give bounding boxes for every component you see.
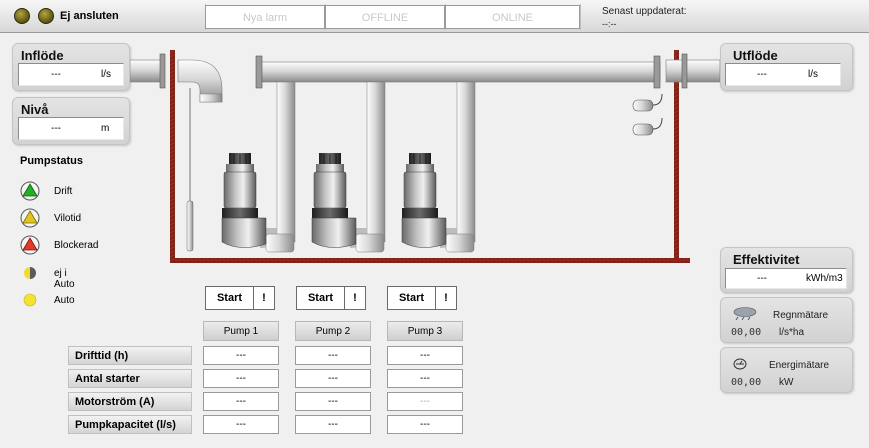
energy-meter-icon bbox=[733, 358, 747, 370]
table-cell: --- bbox=[203, 392, 279, 411]
pump-status-title: Pumpstatus bbox=[20, 155, 83, 167]
energy-meter-unit: kW bbox=[779, 377, 794, 388]
table-cell: --- bbox=[295, 415, 371, 434]
pump-blocked-icon bbox=[20, 235, 40, 255]
pump-resting-icon bbox=[20, 208, 40, 228]
table-cell: --- bbox=[387, 415, 463, 434]
pump-running-icon bbox=[20, 181, 40, 201]
legend-label: Auto bbox=[54, 295, 75, 306]
level-title: Nivå bbox=[21, 102, 49, 117]
auto-mode-icon bbox=[23, 293, 37, 307]
last-updated-label: Senast uppdaterat: bbox=[602, 6, 687, 17]
top-bar: Ej ansluten Nya larm OFFLINE ONLINE Sena… bbox=[0, 0, 869, 33]
divider bbox=[580, 4, 581, 30]
level-panel: Nivå --- m bbox=[12, 97, 130, 145]
pump-3-controls: Start ! bbox=[387, 286, 457, 310]
table-cell: --- bbox=[295, 346, 371, 365]
rain-meter-panel: Regnmätare 00,00 l/s*ha bbox=[720, 297, 853, 343]
connection-lamp-icon bbox=[14, 8, 30, 24]
pump-1-graphic bbox=[221, 153, 267, 248]
online-indicator: ONLINE bbox=[445, 5, 580, 29]
table-cell: --- bbox=[203, 346, 279, 365]
outflow-value: --- bbox=[757, 69, 767, 80]
connection-lamp-icon bbox=[38, 8, 54, 24]
inflow-panel: Inflöde --- l/s bbox=[12, 43, 130, 91]
last-updated-value: --:-- bbox=[602, 19, 617, 29]
table-cell: --- bbox=[295, 392, 371, 411]
outflow-title: Utflöde bbox=[733, 48, 778, 63]
legend-label: Blockerad bbox=[54, 240, 99, 251]
energy-meter-value: 00,00 bbox=[731, 377, 762, 388]
pump-2-alarm-button[interactable]: ! bbox=[345, 287, 365, 309]
pump-3-graphic bbox=[401, 153, 447, 248]
pump-2-start-button[interactable]: Start bbox=[297, 287, 345, 309]
table-cell: --- bbox=[203, 369, 279, 388]
inflow-field: --- l/s bbox=[18, 63, 124, 86]
pump-station-schematic bbox=[130, 50, 720, 263]
level-value: --- bbox=[51, 123, 61, 134]
efficiency-unit: kWh/m3 bbox=[806, 273, 843, 284]
inflow-unit: l/s bbox=[101, 69, 111, 80]
pump-3-alarm-button[interactable]: ! bbox=[436, 287, 456, 309]
legend-label: Drift bbox=[54, 186, 73, 197]
table-cell: --- bbox=[387, 392, 463, 411]
rain-meter-value: 00,00 bbox=[731, 327, 762, 338]
efficiency-field: --- kWh/m3 bbox=[725, 268, 847, 289]
pump-2-header: Pump 2 bbox=[295, 321, 371, 341]
row-label-drifttid: Drifttid (h) bbox=[68, 346, 192, 365]
efficiency-value: --- bbox=[757, 273, 767, 284]
table-cell: --- bbox=[387, 346, 463, 365]
new-alarms-button[interactable]: Nya larm bbox=[205, 5, 325, 29]
row-label-motorstrom: Motorström (A) bbox=[68, 392, 192, 411]
inflow-title: Inflöde bbox=[21, 48, 64, 63]
level-unit: m bbox=[101, 123, 110, 134]
efficiency-panel: Effektivitet --- kWh/m3 bbox=[720, 247, 853, 293]
row-label-antal-starter: Antal starter bbox=[68, 369, 192, 388]
legend-label: ej i Auto bbox=[54, 268, 75, 290]
level-field: --- m bbox=[18, 117, 124, 140]
manual-mode-icon bbox=[24, 267, 36, 279]
energy-meter-label: Energimätare bbox=[769, 360, 830, 371]
rain-meter-unit: l/s*ha bbox=[779, 327, 805, 338]
pump-2-controls: Start ! bbox=[296, 286, 366, 310]
inflow-value: --- bbox=[51, 69, 61, 80]
outflow-field: --- l/s bbox=[725, 63, 841, 86]
table-cell: --- bbox=[203, 415, 279, 434]
pump-1-controls: Start ! bbox=[205, 286, 275, 310]
table-cell: --- bbox=[295, 369, 371, 388]
pump-1-start-button[interactable]: Start bbox=[206, 287, 254, 309]
table-cell: --- bbox=[387, 369, 463, 388]
pump-2-graphic bbox=[311, 153, 357, 248]
outflow-panel: Utflöde --- l/s bbox=[720, 43, 853, 91]
outflow-unit: l/s bbox=[808, 69, 818, 80]
row-label-pumpkapacitet: Pumpkapacitet (l/s) bbox=[68, 415, 192, 434]
pump-1-alarm-button[interactable]: ! bbox=[254, 287, 274, 309]
pump-3-header: Pump 3 bbox=[387, 321, 463, 341]
rain-cloud-icon bbox=[733, 307, 757, 320]
efficiency-title: Effektivitet bbox=[733, 252, 800, 267]
energy-meter-panel: Energimätare 00,00 kW bbox=[720, 347, 853, 393]
pump-1-header: Pump 1 bbox=[203, 321, 279, 341]
rain-meter-label: Regnmätare bbox=[773, 310, 829, 321]
connection-status: Ej ansluten bbox=[60, 10, 119, 22]
legend-label: Vilotid bbox=[54, 213, 82, 224]
offline-indicator: OFFLINE bbox=[325, 5, 445, 29]
pump-3-start-button[interactable]: Start bbox=[388, 287, 436, 309]
